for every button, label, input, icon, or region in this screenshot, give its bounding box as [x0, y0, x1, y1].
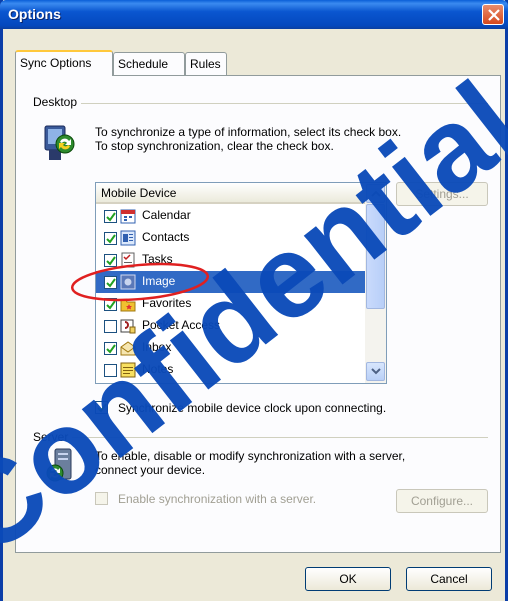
tab-label: Sync Options	[20, 56, 92, 70]
tab-sync-options[interactable]: Sync Options	[15, 50, 113, 76]
annotation-circle	[70, 262, 210, 302]
